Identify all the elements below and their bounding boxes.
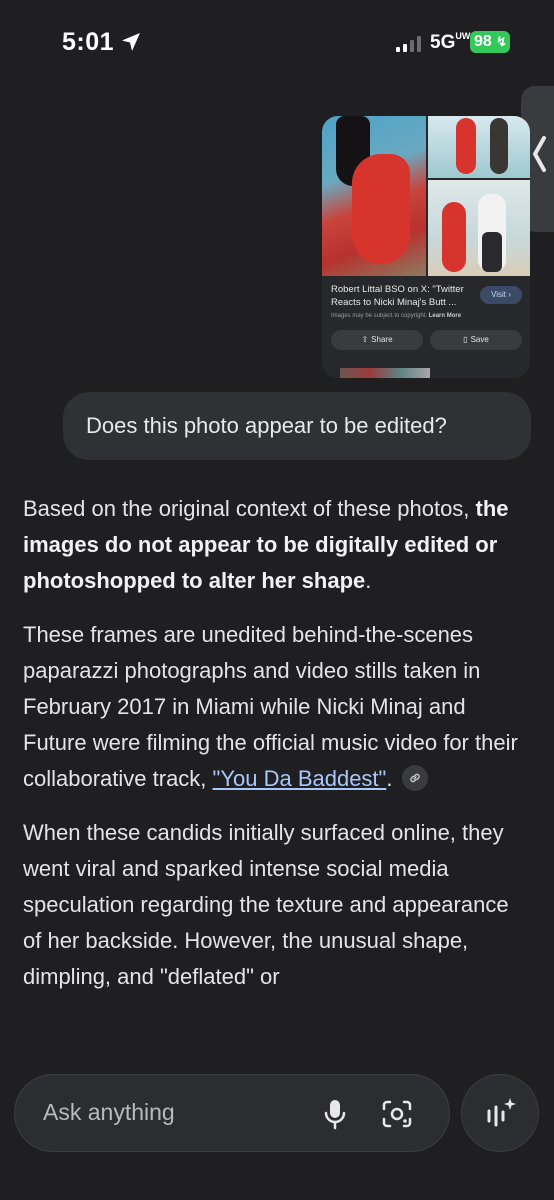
location-arrow-icon: [122, 33, 140, 51]
response-paragraph-3: When these candids initially surfaced on…: [23, 820, 509, 989]
prompt-input[interactable]: Ask anything: [43, 1099, 175, 1126]
status-bar: 5:01 5GUW 98 ↯: [0, 0, 554, 84]
next-card-peek: [340, 368, 430, 378]
share-button[interactable]: ⇧ Share: [331, 330, 423, 350]
image-source-title[interactable]: Robert Littal BSO on X: "Twitter Reacts …: [331, 283, 471, 309]
voice-mode-button[interactable]: [461, 1074, 539, 1152]
status-time: 5:01: [62, 28, 115, 56]
chevron-left-icon: [533, 136, 546, 172]
assistant-response: Based on the original context of these p…: [23, 491, 533, 1013]
prompt-input-bar[interactable]: Ask anything: [14, 1074, 450, 1152]
image-result-card[interactable]: Robert Littal BSO on X: "Twitter Reacts …: [322, 116, 530, 378]
mic-icon[interactable]: [322, 1098, 348, 1130]
user-message-bubble: Does this photo appear to be edited?: [63, 392, 531, 460]
link-icon: [410, 773, 421, 783]
save-button[interactable]: ▯ Save: [430, 330, 522, 350]
image-thumbnail-top-right[interactable]: [428, 116, 530, 178]
learn-more-link[interactable]: Learn More: [429, 313, 461, 319]
image-thumbnail-main[interactable]: [322, 116, 426, 276]
bookmark-icon: ▯: [463, 335, 468, 344]
response-paragraph-1: Based on the original context of these p…: [23, 496, 509, 593]
lens-camera-icon[interactable]: [381, 1099, 413, 1129]
response-paragraph-2: These frames are unedited behind-the-sce…: [23, 622, 518, 792]
voice-sparkle-icon: [487, 1098, 516, 1127]
copyright-notice: Images may be subject to copyright. Lear…: [331, 313, 462, 319]
image-thumbnail-bottom-right[interactable]: [428, 180, 530, 276]
song-link[interactable]: "You Da Baddest": [213, 766, 387, 791]
battery-indicator: 98 ↯: [470, 31, 510, 53]
share-icon: ⇧: [361, 335, 369, 344]
visit-button[interactable]: Visit ›: [480, 286, 522, 304]
network-indicator: 5GUW: [430, 30, 471, 53]
source-link-button[interactable]: [402, 765, 429, 792]
signal-bars-icon: [396, 36, 421, 52]
